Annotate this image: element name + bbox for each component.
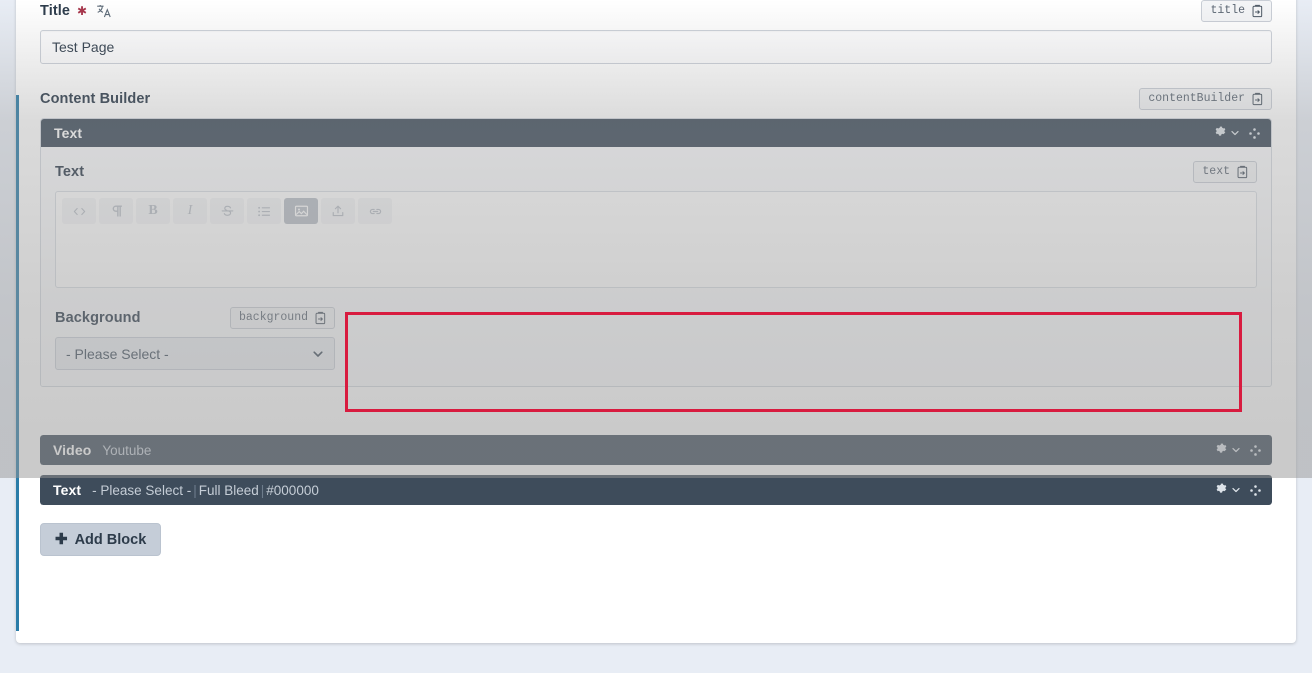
text-field-group: Text text B I <box>55 161 1257 288</box>
block-body: Text text B I Background background - Pl… <box>41 147 1271 386</box>
block-header-tools <box>1215 482 1262 498</box>
code-icon[interactable] <box>62 198 96 224</box>
translate-icon[interactable] <box>96 3 112 19</box>
unordered-list-icon[interactable] <box>247 198 281 224</box>
form-body: Title ✱ title Test Page Content Builder … <box>40 0 1272 556</box>
block-header[interactable]: Video Youtube <box>40 435 1272 465</box>
block-text-collapsed: Text - Please Select - | Full Bleed | #00000… <box>40 475 1272 505</box>
image-icon[interactable] <box>284 198 318 224</box>
title-input[interactable]: Test Page <box>40 30 1272 64</box>
block-summary: - Please Select - | Full Bleed | #000000 <box>92 482 319 498</box>
title-key-text: title <box>1210 4 1245 17</box>
chevron-down-icon[interactable] <box>1231 482 1241 498</box>
block-settings-control[interactable] <box>1215 482 1241 498</box>
block-video-collapsed: Video Youtube <box>40 435 1272 465</box>
copy-icon[interactable] <box>314 311 327 325</box>
block-settings-control[interactable] <box>1215 442 1241 458</box>
required-marker: ✱ <box>77 4 88 18</box>
upload-icon[interactable] <box>321 198 355 224</box>
plus-icon: ✚ <box>55 531 68 548</box>
block-header[interactable]: Text - Please Select - | Full Bleed | #00000… <box>40 475 1272 505</box>
title-input-value: Test Page <box>52 39 115 55</box>
italic-icon[interactable]: I <box>173 198 207 224</box>
gear-icon[interactable] <box>1215 442 1228 458</box>
page-card: Title ✱ title Test Page Content Builder … <box>16 0 1296 643</box>
text-label-row: Text text <box>55 161 1257 183</box>
text-field-label: Text <box>55 164 85 180</box>
block-type-label: Text <box>53 482 82 498</box>
rich-text-editor[interactable]: B I <box>55 191 1257 288</box>
chevron-down-icon[interactable] <box>1230 125 1240 141</box>
paragraph-icon[interactable] <box>99 198 133 224</box>
background-select[interactable]: - Please Select - <box>55 337 335 370</box>
block-type-label: Text <box>54 125 83 141</box>
copy-icon[interactable] <box>1251 4 1264 18</box>
block-header-tools <box>1215 442 1262 458</box>
title-field-group: Title ✱ title Test Page <box>40 0 1272 64</box>
block-settings-control[interactable] <box>1214 125 1240 141</box>
background-key-badge[interactable]: background <box>229 307 335 329</box>
title-label: Title <box>40 3 71 19</box>
chevron-down-icon[interactable] <box>312 348 324 360</box>
copy-icon[interactable] <box>1236 165 1249 179</box>
copy-icon[interactable] <box>1251 92 1264 106</box>
editor-toolbar: B I <box>56 192 1256 224</box>
background-label: Background <box>55 310 141 326</box>
block-summary: Youtube <box>102 442 152 458</box>
chevron-down-icon[interactable] <box>1231 442 1241 458</box>
content-builder-key-badge[interactable]: contentBuilder <box>1139 88 1272 110</box>
block-type-label: Video <box>53 442 92 458</box>
editor-content-area[interactable] <box>56 224 1256 279</box>
content-builder-key-text: contentBuilder <box>1148 92 1245 105</box>
background-label-row: Background background <box>55 307 335 329</box>
content-builder-label: Content Builder <box>40 91 151 107</box>
move-icon[interactable] <box>1248 127 1261 140</box>
block-header[interactable]: Text <box>41 119 1271 147</box>
bold-icon[interactable]: B <box>136 198 170 224</box>
add-block-label: Add Block <box>74 531 147 548</box>
content-builder-label-row: Content Builder contentBuilder <box>40 88 1272 110</box>
gear-icon[interactable] <box>1215 482 1228 498</box>
text-key-badge[interactable]: text <box>1193 161 1257 183</box>
text-key-text: text <box>1202 165 1230 178</box>
background-field-group: Background background - Please Select - <box>55 307 335 370</box>
gear-icon[interactable] <box>1214 125 1227 141</box>
block-text-expanded: Text Text text B I Background background… <box>40 118 1272 387</box>
move-icon[interactable] <box>1249 484 1262 497</box>
move-icon[interactable] <box>1249 444 1262 457</box>
background-select-value: - Please Select - <box>66 345 169 362</box>
content-builder-accent-rail <box>16 95 19 631</box>
strikethrough-icon[interactable] <box>210 198 244 224</box>
content-builder-group: Content Builder contentBuilder Text Text… <box>40 88 1272 556</box>
background-key-text: background <box>238 311 308 324</box>
add-block-button[interactable]: ✚ Add Block <box>40 523 162 556</box>
title-key-badge[interactable]: title <box>1201 0 1272 22</box>
link-icon[interactable] <box>358 198 392 224</box>
block-header-tools <box>1214 125 1261 141</box>
title-label-row: Title ✱ title <box>40 0 1272 22</box>
